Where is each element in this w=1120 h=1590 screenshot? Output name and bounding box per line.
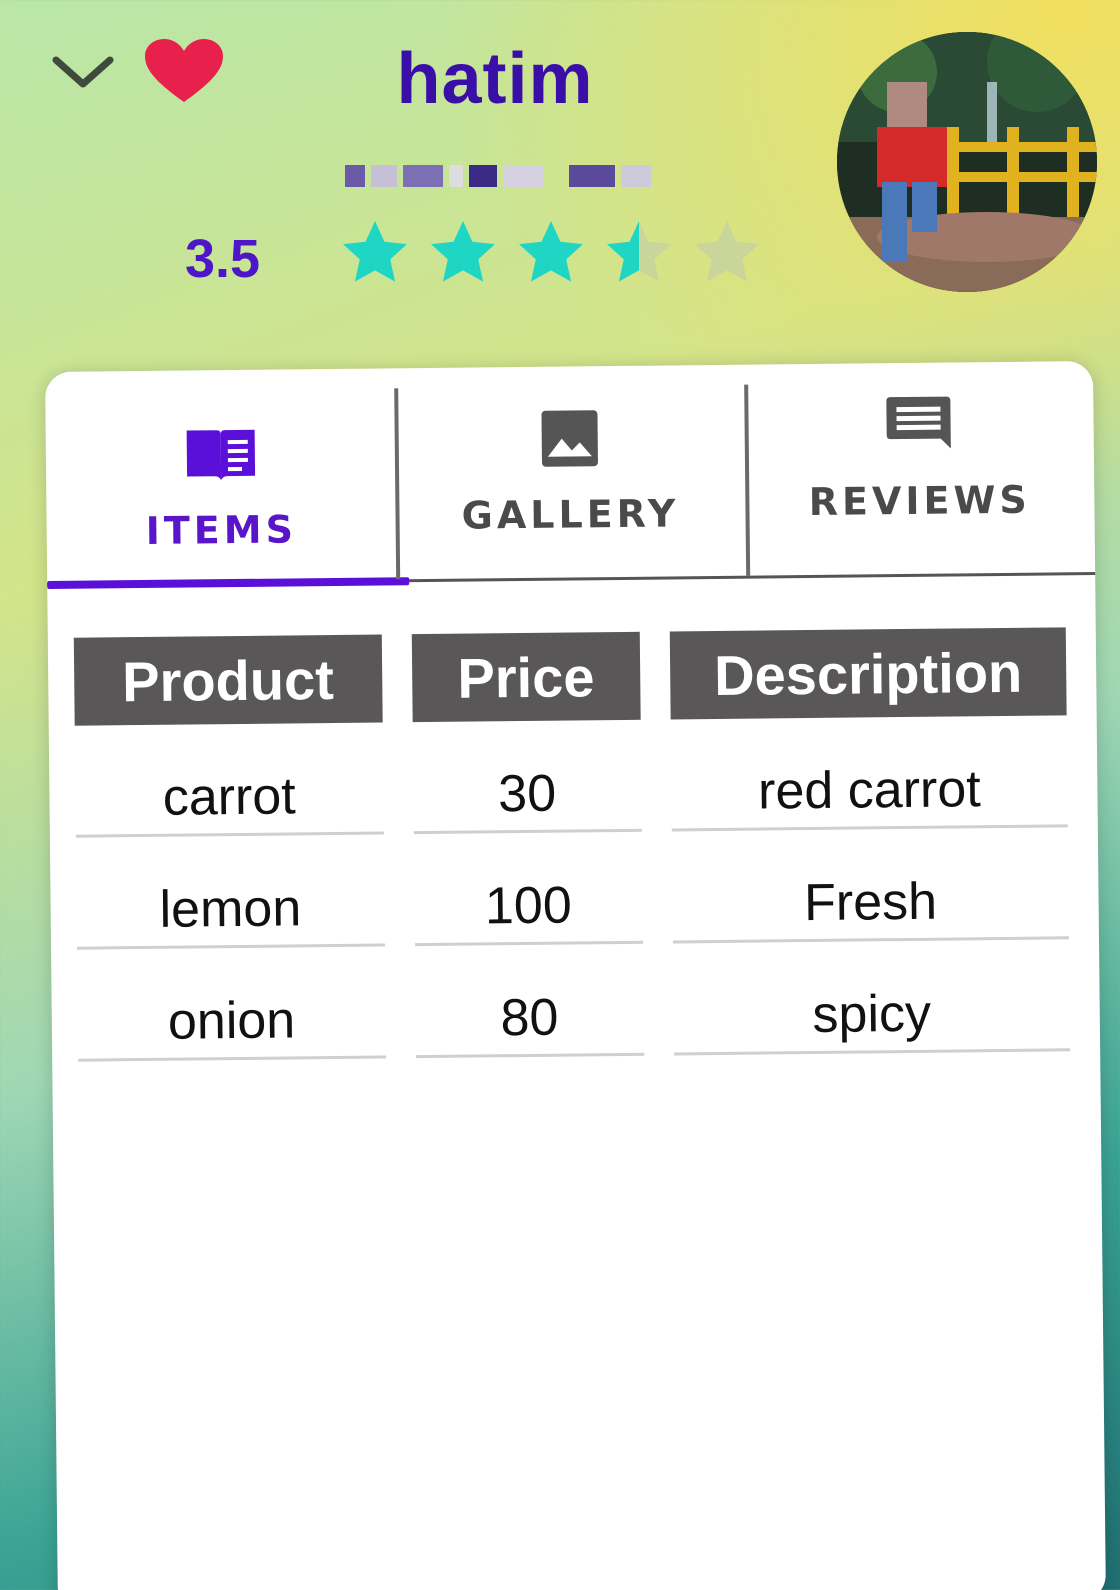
star-icon-filled [519,221,583,282]
header-description: Description [669,627,1067,720]
star-icon-filled [431,221,495,282]
favorite-heart-icon[interactable] [143,38,225,104]
star-rating [338,218,764,288]
active-tab-indicator [47,577,410,589]
tab-gallery[interactable]: GALLERY [394,365,746,580]
cell-product: lemon [75,834,385,950]
table-row[interactable]: carrot 30 red carrot [74,715,1068,838]
star-icon-half [607,221,671,282]
tab-gallery-label: GALLERY [461,491,680,538]
rating-value: 3.5 [185,229,261,289]
tab-bar: ITEMS GALLERY REVIEWS [45,361,1096,589]
star-icon-filled [343,221,407,282]
cell-description: red carrot [670,715,1068,832]
items-table: Product Price Description carrot 30 red … [44,627,1100,1062]
chevron-down-icon[interactable] [50,52,116,92]
cell-product: carrot [74,722,384,838]
book-icon [186,429,255,481]
cell-description: spicy [672,939,1071,1056]
tab-reviews-label: REVIEWS [808,477,1031,525]
cell-product: onion [77,946,386,1062]
image-icon [541,410,598,467]
profile-name: hatim [396,39,594,119]
content-card: ITEMS GALLERY REVIEWS Product Price Desc… [45,361,1106,1590]
pixelated-subtitle [345,152,655,200]
tab-reviews[interactable]: REVIEWS [744,361,1096,576]
table-row[interactable]: onion 80 spicy [77,939,1071,1062]
comment-icon [886,396,952,449]
cell-price: 80 [414,943,645,1059]
table-row[interactable]: lemon 100 Fresh [75,827,1069,950]
table-header-row: Product Price Description [73,627,1067,726]
tab-items[interactable]: ITEMS [45,368,410,589]
avatar-photo [837,32,1097,292]
cell-price: 100 [413,831,643,947]
cell-price: 30 [412,719,642,835]
header-product: Product [73,634,383,726]
header-price: Price [411,631,641,723]
cell-description: Fresh [671,827,1069,944]
star-icon-empty [695,221,759,282]
avatar[interactable] [837,32,1097,292]
tab-items-label: ITEMS [145,507,298,553]
